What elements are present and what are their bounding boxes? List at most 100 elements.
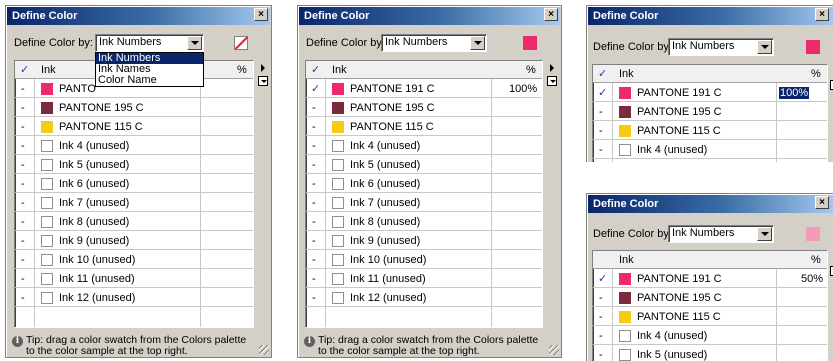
play-icon[interactable] — [550, 64, 554, 72]
play-icon[interactable] — [261, 64, 265, 72]
table-row[interactable]: -Ink 5 (unused) — [15, 156, 253, 174]
percent-column-header: % — [811, 254, 821, 266]
ink-swatch — [332, 197, 344, 209]
row-check-icon[interactable]: ✓ — [311, 80, 320, 98]
load-icon[interactable] — [258, 76, 268, 86]
title-bar: Define Color — [588, 7, 833, 25]
dropdown-option-color-name[interactable]: Color Name — [96, 75, 203, 86]
row-check-icon[interactable]: ✓ — [598, 84, 607, 102]
table-row[interactable]: - PANTONE 115 C — [15, 118, 253, 136]
ink-swatch — [619, 125, 631, 137]
ink-name: Ink 12 (unused) — [59, 292, 136, 304]
table-row[interactable]: - Ink 6 (unused) — [306, 175, 542, 193]
color-sample[interactable] — [806, 227, 820, 241]
ink-swatch — [619, 87, 631, 99]
check-column-header: ✓ — [20, 64, 30, 76]
table-row[interactable]: - Ink 4 (unused) — [593, 141, 827, 159]
title-bar: Define Color — [588, 195, 833, 213]
resize-grip-icon[interactable] — [549, 345, 559, 355]
color-sample[interactable] — [806, 40, 820, 54]
select-value: Ink Numbers — [99, 36, 162, 48]
ink-name: PANTONE 191 C — [350, 83, 435, 95]
chevron-down-icon[interactable] — [470, 36, 485, 50]
table-row[interactable]: - Ink 10 (unused) — [306, 251, 542, 269]
ink-swatch — [332, 235, 344, 247]
table-row[interactable]: - Ink 6 (unused) — [15, 175, 253, 193]
ink-name: Ink 7 (unused) — [350, 197, 421, 209]
chevron-down-icon[interactable] — [757, 227, 772, 241]
percent-value[interactable]: 50% — [801, 270, 823, 288]
ink-name: Ink 5 (unused) — [350, 159, 421, 171]
define-color-by-select[interactable]: Ink Numbers — [668, 38, 774, 56]
table-row[interactable]: - Ink 4 (unused) — [15, 137, 253, 155]
load-icon[interactable] — [547, 76, 557, 86]
ink-name: PANTONE 115 C — [59, 121, 143, 133]
ink-swatch — [619, 273, 631, 285]
table-row[interactable]: - PANTONE 195 C — [15, 99, 253, 117]
ink-swatch — [332, 292, 344, 304]
table-row[interactable]: - Ink 9 (unused) — [15, 232, 253, 250]
ink-swatch — [619, 144, 631, 156]
close-button[interactable]: × — [254, 8, 268, 21]
table-row[interactable]: - Ink 8 (unused) — [15, 213, 253, 231]
ink-swatch — [619, 311, 631, 323]
table-row[interactable]: - Ink 9 (unused) — [306, 232, 542, 250]
color-sample-none[interactable] — [234, 36, 248, 50]
table-row[interactable]: - PANTONE 115 C — [306, 118, 542, 136]
percent-column-header: % — [811, 68, 821, 80]
ink-swatch — [41, 140, 53, 152]
table-row[interactable]: -Ink 5 (unused) — [593, 346, 827, 361]
chevron-down-icon[interactable] — [187, 36, 202, 50]
ink-swatch — [41, 102, 53, 114]
table-row[interactable]: - PANTONE 195 C — [306, 99, 542, 117]
row-check-icon[interactable]: ✓ — [598, 270, 607, 288]
table-row[interactable]: - Ink 7 (unused) — [15, 194, 253, 212]
table-row[interactable]: - Ink 11 (unused) — [306, 270, 542, 288]
table-row[interactable]: - Ink 4 (unused) — [593, 327, 827, 345]
define-color-by-select[interactable]: Ink Numbers — [381, 34, 487, 52]
close-button[interactable]: × — [815, 8, 829, 21]
define-color-panel-3: Define Color × Define Color by: Ink Numb… — [586, 5, 833, 162]
ink-swatch — [332, 83, 344, 95]
side-icons — [258, 64, 270, 86]
table-row[interactable]: ✓ PANTONE 191 C 100% — [593, 84, 827, 102]
ink-swatch — [41, 273, 53, 285]
ink-swatch — [41, 235, 53, 247]
table-row[interactable]: - Ink 10 (unused) — [15, 251, 253, 269]
table-row[interactable]: - Ink 12 (unused) — [306, 289, 542, 307]
table-row[interactable]: ✓ PANTONE 191 C 100% — [306, 80, 542, 98]
table-row[interactable]: - Ink 11 (unused) — [15, 270, 253, 288]
table-row[interactable]: -Ink 5 (unused) — [306, 156, 542, 174]
table-row[interactable]: - Ink 4 (unused) — [306, 137, 542, 155]
table-row[interactable]: - PANTONE 195 C — [593, 103, 827, 121]
define-color-dropdown[interactable]: Ink Numbers Ink Names Color Name — [95, 52, 204, 87]
table-row[interactable]: -Ink 5 (unused) — [593, 160, 827, 162]
table-row[interactable]: - PANTONE 195 C — [593, 289, 827, 307]
select-value: Ink Numbers — [672, 40, 735, 52]
percent-input[interactable]: 100% — [779, 84, 810, 102]
define-color-panel-4: Define Color × Define Color by: Ink Numb… — [586, 193, 833, 361]
tip-text: Tip: drag a color swatch from the Colors… — [26, 334, 247, 357]
ink-name: Ink 10 (unused) — [350, 254, 427, 266]
ink-name: Ink 9 (unused) — [59, 235, 130, 247]
table-row[interactable]: ✓ PANTONE 191 C 50% — [593, 270, 827, 288]
percent-selected-text[interactable]: 100% — [779, 87, 810, 99]
table-row[interactable]: - Ink 7 (unused) — [306, 194, 542, 212]
color-sample[interactable] — [523, 36, 537, 50]
resize-grip-icon[interactable] — [259, 345, 269, 355]
chevron-down-icon[interactable] — [757, 40, 772, 54]
define-color-by-select[interactable]: Ink Numbers — [668, 225, 774, 243]
table-row[interactable]: - Ink 12 (unused) — [15, 289, 253, 307]
table-row[interactable]: - PANTONE 115 C — [593, 308, 827, 326]
ink-name: Ink 7 (unused) — [59, 197, 130, 209]
close-button[interactable]: × — [815, 196, 829, 209]
select-value: Ink Numbers — [385, 36, 448, 48]
table-row[interactable]: - Ink 8 (unused) — [306, 213, 542, 231]
percent-value[interactable]: 100% — [509, 80, 537, 98]
ink-swatch — [332, 159, 344, 171]
ink-swatch — [41, 292, 53, 304]
ink-swatch — [332, 178, 344, 190]
close-button[interactable]: × — [544, 8, 558, 21]
define-color-by-select[interactable]: Ink Numbers — [95, 34, 204, 52]
table-row[interactable]: - PANTONE 115 C — [593, 122, 827, 140]
